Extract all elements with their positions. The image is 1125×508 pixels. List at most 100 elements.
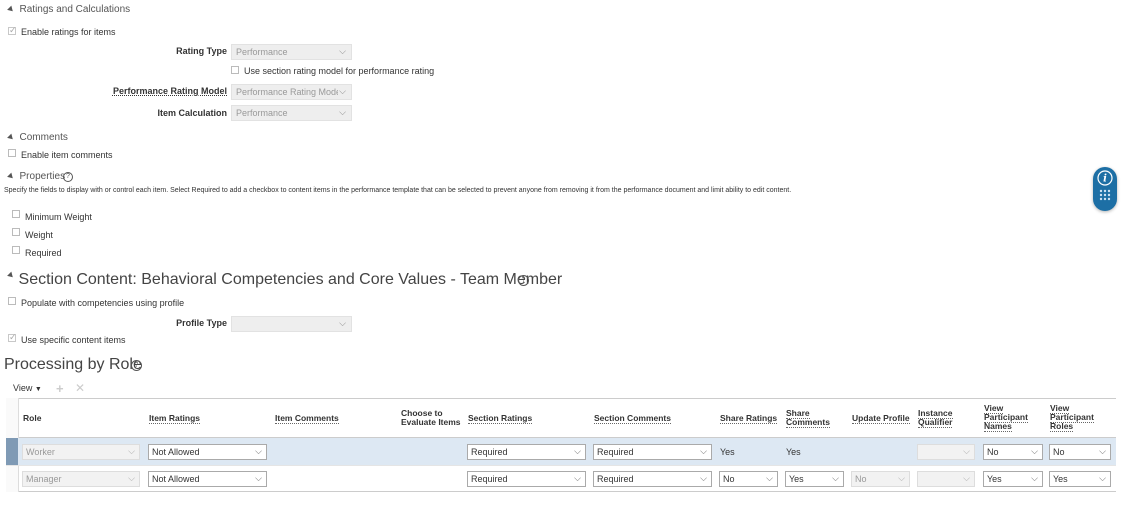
col-section-comments: Section Comments	[594, 413, 671, 424]
minimum-weight-label: Minimum Weight	[25, 212, 92, 222]
table-bottom-border	[6, 491, 1116, 492]
chevron-down-icon: ⌵	[339, 86, 346, 96]
instance-qualifier-select[interactable]: ⌵	[917, 444, 975, 460]
chevron-down-icon: ⌵	[255, 473, 262, 483]
chevron-down-icon: ⌵	[339, 318, 346, 328]
use-section-rating-checkbox[interactable]	[231, 66, 239, 74]
section-ratings-select[interactable]: Required ⌵	[467, 471, 586, 487]
section-content-help-icon[interactable]: ?	[518, 275, 529, 286]
perf-model-select[interactable]: Performance Rating Model ⌵	[231, 84, 352, 100]
use-specific-checkbox[interactable]	[8, 332, 17, 343]
col-choose-evaluate-line2: Evaluate Items	[401, 417, 461, 427]
populate-checkbox[interactable]	[8, 297, 16, 305]
view-roles-value: Yes	[1053, 474, 1068, 484]
instance-qualifier-select[interactable]: ⌵	[917, 471, 975, 487]
view-roles-select[interactable]: No ⌵	[1049, 444, 1111, 460]
item-calc-label: Item Calculation	[157, 108, 227, 118]
item-ratings-value: Not Allowed	[152, 474, 200, 484]
chevron-down-icon: ⌵	[1031, 446, 1038, 456]
share-ratings-value: No	[723, 474, 735, 484]
view-names-value: No	[987, 447, 999, 457]
chevron-down-icon: ⌵	[255, 446, 262, 456]
chevron-down-icon: ⌵	[128, 473, 135, 483]
role-select[interactable]: Worker ⌵	[22, 444, 140, 460]
enable-ratings-label: Enable ratings for items	[21, 27, 116, 37]
role-value: Manager	[26, 474, 62, 484]
section-comments-value: Required	[597, 474, 634, 484]
col-role: Role	[23, 413, 42, 423]
view-menu[interactable]: View ▼	[13, 383, 42, 393]
chevron-down-icon: ⌵	[963, 446, 970, 456]
view-names-select[interactable]: Yes ⌵	[983, 471, 1043, 487]
profile-type-label: Profile Type	[176, 318, 227, 328]
chevron-down-icon: ⌵	[574, 446, 581, 456]
col-update-profile: Update Profile	[852, 413, 910, 424]
ratings-section-toggle[interactable]: Ratings and Calculations	[7, 4, 130, 15]
view-roles-select[interactable]: Yes ⌵	[1049, 471, 1111, 487]
item-ratings-select[interactable]: Not Allowed ⌵	[148, 444, 267, 460]
section-comments-select[interactable]: Required ⌵	[593, 444, 712, 460]
chevron-down-icon: ⌵	[1031, 473, 1038, 483]
share-comments-select[interactable]: Yes ⌵	[785, 471, 844, 487]
collapse-triangle-icon	[7, 172, 15, 181]
collapse-triangle-icon	[7, 133, 15, 142]
chevron-down-icon: ⌵	[700, 473, 707, 483]
chevron-down-icon: ⌵	[1099, 446, 1106, 456]
minimum-weight-checkbox[interactable]	[12, 210, 20, 218]
use-section-rating-label: Use section rating model for performance…	[244, 66, 435, 76]
chevron-down-icon: ⌵	[1099, 473, 1106, 483]
rating-type-label: Rating Type	[176, 46, 227, 56]
update-profile-select[interactable]: No ⌵	[851, 471, 910, 487]
role-select[interactable]: Manager ⌵	[22, 471, 140, 487]
info-icon: i	[1097, 170, 1113, 201]
rating-type-value: Performance	[236, 47, 288, 57]
section-ratings-value: Required	[471, 447, 508, 457]
col-item-comments: Item Comments	[275, 413, 339, 424]
section-content-header: Section Content: Behavioral Competencies…	[18, 271, 563, 288]
section-ratings-select[interactable]: Required ⌵	[467, 444, 586, 460]
processing-help-icon[interactable]: ?	[131, 360, 142, 371]
item-calc-select[interactable]: Performance ⌵	[231, 105, 352, 121]
caret-down-icon: ▼	[34, 386, 42, 393]
profile-type-select[interactable]: ⌵	[231, 316, 352, 332]
rating-type-select[interactable]: Performance ⌵	[231, 44, 352, 60]
view-roles-value: No	[1053, 447, 1065, 457]
section-comments-value: Required	[597, 447, 634, 457]
delete-icon[interactable]: ✕	[75, 381, 85, 395]
section-ratings-value: Required	[471, 474, 508, 484]
properties-section-toggle[interactable]: Properties	[7, 171, 65, 182]
share-ratings-value: Yes	[720, 447, 735, 457]
item-ratings-select[interactable]: Not Allowed ⌵	[148, 471, 267, 487]
chevron-down-icon: ⌵	[766, 473, 773, 483]
view-menu-label: View	[13, 383, 33, 393]
weight-label: Weight	[25, 230, 53, 240]
view-names-select[interactable]: No ⌵	[983, 444, 1043, 460]
row-divider	[6, 465, 1116, 466]
enable-comments-checkbox[interactable]	[8, 149, 16, 157]
row-selection-marker[interactable]	[6, 438, 18, 465]
item-calc-value: Performance	[236, 108, 288, 118]
comments-section-toggle[interactable]: Comments	[7, 132, 68, 143]
required-checkbox[interactable]	[12, 246, 20, 254]
section-content-toggle[interactable]: Section Content: Behavioral Competencies…	[7, 271, 563, 289]
chevron-down-icon: ⌵	[898, 473, 905, 483]
add-icon[interactable]: +	[56, 381, 64, 396]
chevron-down-icon: ⌵	[700, 446, 707, 456]
share-comments-value: Yes	[789, 474, 804, 484]
properties-help-icon[interactable]: ?	[63, 172, 73, 182]
weight-checkbox[interactable]	[12, 228, 20, 236]
svg-text:i: i	[1103, 174, 1107, 185]
table-top-border	[6, 398, 1116, 399]
collapse-triangle-icon	[7, 271, 15, 280]
section-comments-select[interactable]: Required ⌵	[593, 471, 712, 487]
col-item-ratings: Item Ratings	[149, 413, 201, 424]
col-view-names: View Participant Names	[984, 403, 1028, 432]
processing-header: Processing by Role	[4, 356, 142, 373]
properties-help-text: Specify the fields to display with or co…	[4, 187, 792, 194]
share-ratings-select[interactable]: No ⌵	[719, 471, 778, 487]
enable-ratings-checkbox[interactable]	[8, 25, 17, 36]
share-comments-value: Yes	[786, 447, 801, 457]
help-widget[interactable]: i	[1093, 167, 1117, 211]
required-label: Required	[25, 248, 62, 258]
update-profile-value: No	[855, 474, 867, 484]
